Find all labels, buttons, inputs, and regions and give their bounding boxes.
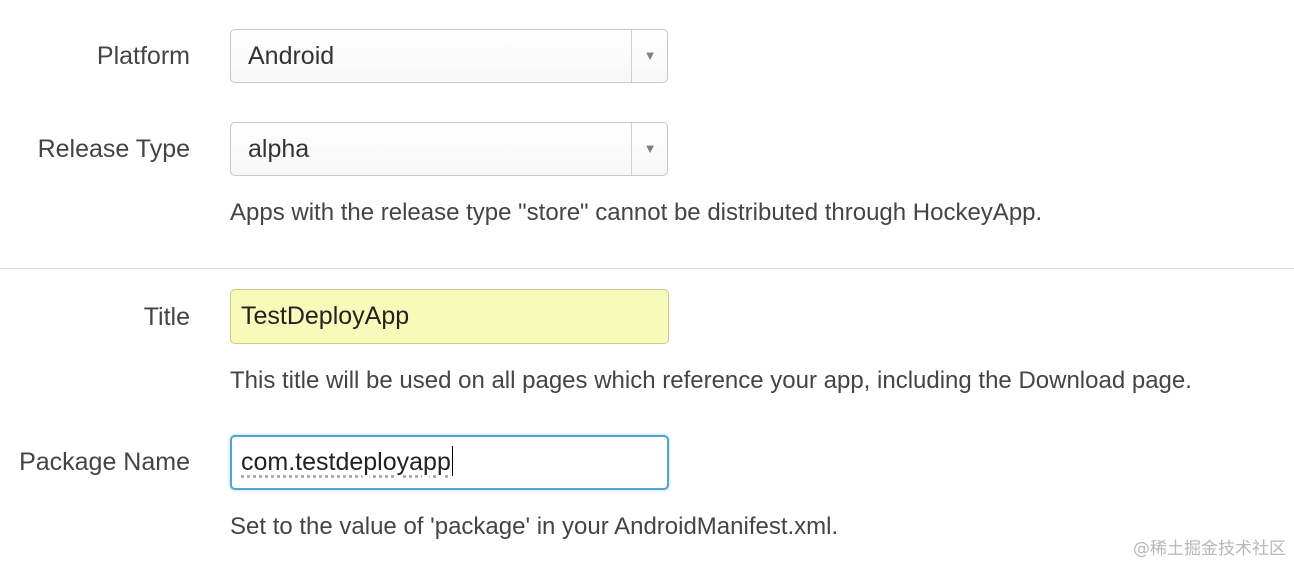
platform-select-value: Android: [248, 42, 335, 70]
package-name-label: Package Name: [19, 448, 190, 476]
title-label: Title: [143, 303, 190, 331]
platform-select[interactable]: Android ▼: [230, 29, 668, 83]
release-type-select-value: alpha: [248, 135, 310, 163]
package-name-input-value: com.testdeployapp: [241, 448, 451, 476]
title-help-text: This title will be used on all pages whi…: [230, 367, 1192, 394]
release-type-help-text: Apps with the release type "store" canno…: [230, 199, 1043, 226]
text-caret: [451, 446, 453, 477]
app-settings-form: Platform Android ▼ Release Type alpha ▼ …: [0, 0, 1294, 562]
release-type-label: Release Type: [37, 135, 190, 163]
title-input-value: TestDeployApp: [241, 302, 410, 330]
section-divider: [0, 268, 1294, 269]
chevron-down-icon[interactable]: ▼: [632, 30, 668, 82]
watermark: @稀土掘金技术社区: [1133, 539, 1286, 559]
package-name-input[interactable]: com.testdeployapp: [230, 435, 669, 490]
title-input[interactable]: TestDeployApp: [230, 289, 669, 344]
release-type-select[interactable]: alpha ▼: [230, 122, 668, 176]
chevron-down-icon[interactable]: ▼: [632, 123, 668, 175]
package-name-help-text: Set to the value of 'package' in your An…: [230, 513, 839, 540]
platform-label: Platform: [96, 42, 190, 70]
